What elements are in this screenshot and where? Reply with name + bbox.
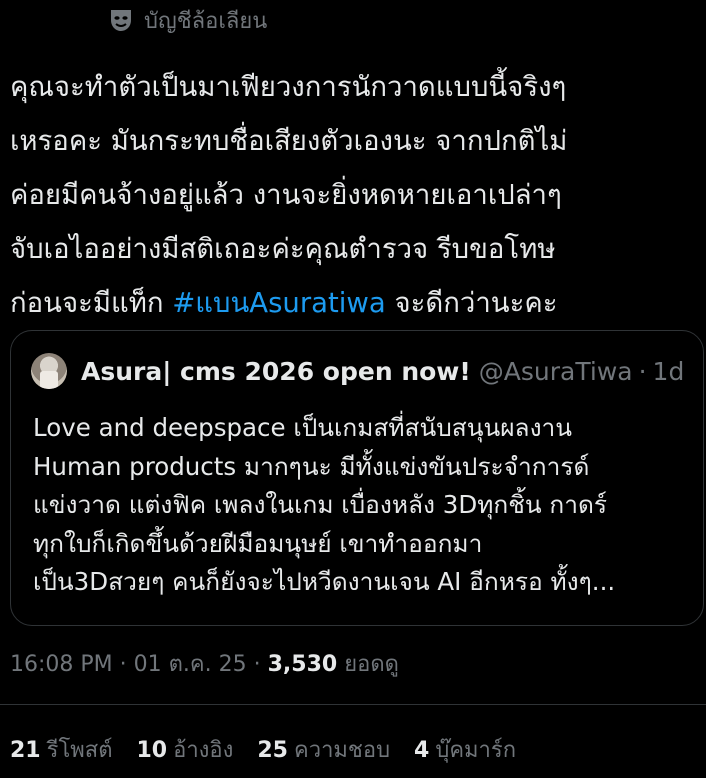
quoted-text-line: ทุกใบก็เกิดขึ้นด้วยฝีมือมนุษย์ เขาทำออกม…	[33, 528, 483, 558]
quotes-label: อ้างอิง	[173, 738, 234, 763]
quoted-author-name[interactable]: Asura| cms 2026 open now!	[81, 357, 471, 386]
tweet-time[interactable]: 16:08 PM	[10, 652, 113, 677]
tweet-text-line: เหรอคะ มันกระทบชื่อเสียงตัวเองนะ จากปกติ…	[10, 125, 568, 157]
tweet-text-line: จับเอไออย่างมีสติเถอะค่ะคุณตำรวจ รีบขอโท…	[10, 233, 556, 265]
tweet-text: คุณจะทำตัวเป็นมาเฟียวงการนักวาดแบบนี้จริ…	[10, 60, 700, 330]
separator-dot: ·	[638, 356, 647, 386]
quoted-tweet-time[interactable]: 1d	[653, 357, 685, 386]
engagement-stats: 21 รีโพสต์ 10 อ้างอิง 25 ความชอบ 4 บุ๊คมาร์ก	[10, 732, 516, 767]
reposts-label: รีโพสต์	[46, 738, 113, 763]
bookmarks-label: บุ๊คมาร์ก	[435, 738, 517, 763]
theater-mask-icon	[111, 10, 131, 31]
reposts-count: 21	[10, 738, 41, 763]
views-label: ยอดดู	[344, 652, 399, 677]
quoted-text-line: Love and deepspace เป็นเกมสที่สนับสนุนผล…	[33, 413, 573, 442]
tweet-text-line: ค่อยมีคนจ้างอยู่แล้ว งานจะยิ่งหดหายเอาเป…	[10, 179, 562, 211]
quoted-text-line: แข่งวาด แต่งฟิค เพลงในเกม เบื่องหลัง 3Dท…	[33, 490, 608, 519]
tweet-text-line: คุณจะทำตัวเป็นมาเฟียวงการนักวาดแบบนี้จริ…	[10, 71, 567, 103]
quoted-text-line: เป็น3Dสวยๆ คนก็ยังจะไปหวีดงานเจน AI อีกห…	[33, 567, 616, 596]
views-count: 3,530	[267, 652, 338, 677]
divider	[0, 704, 706, 705]
likes-label: ความชอบ	[294, 738, 391, 763]
tweet-date[interactable]: 01 ต.ค. 25	[134, 652, 247, 677]
tweet-metadata: 16:08 PM · 01 ต.ค. 25 · 3,530 ยอดดู	[10, 646, 399, 681]
quoted-author-handle[interactable]: @AsuraTiwa	[479, 357, 633, 386]
reposts-stat[interactable]: 21 รีโพสต์	[10, 732, 112, 767]
quoted-tweet-card[interactable]: Asura| cms 2026 open now! @AsuraTiwa · 1…	[10, 330, 704, 626]
quoted-tweet-header: Asura| cms 2026 open now! @AsuraTiwa · 1…	[31, 353, 684, 389]
quoted-tweet-text: Love and deepspace เป็นเกมสที่สนับสนุนผล…	[33, 409, 698, 602]
parody-account-label-row: บัญชีล้อเลียน	[108, 4, 267, 36]
tweet-text-line: ก่อนจะมีแท็ก #แบนAsuratiwa จะดีกว่านะคะ	[10, 276, 700, 330]
tweet-text-segment: จะดีกว่านะคะ	[385, 287, 558, 319]
likes-stat[interactable]: 25 ความชอบ	[257, 732, 390, 767]
hashtag-link[interactable]: #แบนAsuratiwa	[172, 287, 386, 319]
avatar[interactable]	[31, 353, 67, 389]
bookmarks-count: 4	[414, 738, 430, 763]
quoted-text-line: Human products มากๆนะ มีทั้งแข่งขันประจำ…	[33, 451, 590, 481]
likes-count: 25	[257, 738, 288, 763]
bookmarks-stat[interactable]: 4 บุ๊คมาร์ก	[414, 732, 516, 767]
separator-dot: ·	[119, 652, 127, 677]
separator-dot: ·	[253, 652, 261, 677]
parody-account-label: บัญชีล้อเลียน	[144, 8, 268, 34]
tweet-text-segment: ก่อนจะมีแท็ก	[10, 287, 173, 319]
quotes-stat[interactable]: 10 อ้างอิง	[136, 732, 233, 767]
quotes-count: 10	[136, 738, 168, 763]
